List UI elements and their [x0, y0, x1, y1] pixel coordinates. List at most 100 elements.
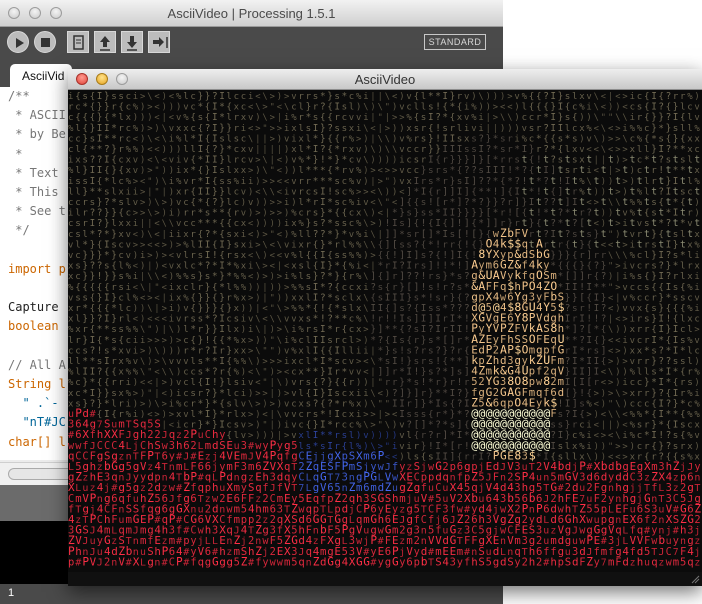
- ascii-glyph: c: [529, 134, 534, 144]
- ascii-glyph: |: [378, 410, 383, 420]
- ascii-glyph: *: [565, 335, 571, 346]
- ascii-glyph: {: [385, 303, 391, 314]
- ascii-glyph: >: [586, 410, 591, 420]
- ascii-glyph: ): [615, 103, 620, 113]
- ascii-glyph: s: [334, 218, 340, 229]
- ascii-glyph: I: [666, 186, 672, 197]
- ascii-glyph: *: [543, 112, 549, 123]
- ascii-glyph: x: [291, 357, 297, 367]
- ascii-glyph: \: [385, 92, 390, 102]
- ascii-glyph: %: [471, 103, 477, 113]
- export-button[interactable]: [148, 31, 170, 53]
- ascii-glyph: t: [522, 186, 528, 197]
- ascii-glyph: x: [687, 442, 693, 452]
- ascii-glyph: I: [457, 324, 463, 335]
- ascii-glyph: \: [248, 399, 253, 409]
- ascii-glyph: s: [234, 250, 240, 261]
- resize-grip-icon[interactable]: [690, 574, 700, 584]
- ascii-glyph: m: [75, 493, 81, 505]
- run-button[interactable]: [7, 31, 29, 53]
- ascii-glyph: s: [687, 377, 693, 388]
- ascii-glyph: {: [680, 197, 686, 208]
- ascii-glyph: i: [169, 304, 174, 314]
- open-button[interactable]: [94, 31, 116, 53]
- ascii-glyph: <: [594, 145, 599, 155]
- ascii-glyph: v: [356, 177, 361, 187]
- ascii-glyph: J: [183, 451, 189, 462]
- ascii-glyph: |: [370, 134, 375, 144]
- ascii-glyph: |: [608, 315, 613, 325]
- ascii-glyph: }: [97, 112, 103, 123]
- ascii-glyph: r: [673, 91, 679, 102]
- ascii-glyph: f: [543, 546, 549, 558]
- ascii-glyph: }: [558, 250, 564, 261]
- ascii-glyph: *: [342, 367, 348, 378]
- ascii-glyph: x: [630, 346, 636, 356]
- ascii-glyph: ]: [464, 356, 470, 367]
- ascii-glyph: ?: [320, 292, 326, 303]
- ascii-glyph: }: [565, 430, 571, 441]
- ascii-glyph: ): [694, 92, 699, 102]
- ascii-glyph: s: [378, 282, 384, 293]
- ascii-glyph: r: [457, 346, 463, 356]
- ascii-glyph: r: [414, 442, 420, 452]
- ascii-glyph: r: [190, 251, 196, 261]
- ascii-glyph: {: [601, 356, 607, 367]
- ascii-glyph: !: [594, 314, 600, 325]
- ascii-glyph: ): [399, 124, 404, 134]
- ascii-glyph: *: [212, 208, 218, 219]
- ascii-glyph: I: [522, 144, 528, 155]
- ascii-glyph: #: [370, 557, 377, 568]
- ide-titlebar[interactable]: AsciiVideo | Processing 1.5.1: [0, 0, 503, 27]
- new-button[interactable]: [67, 31, 89, 53]
- ascii-glyph: !: [327, 186, 333, 197]
- ascii-glyph: g: [205, 555, 211, 568]
- ascii-glyph: q: [68, 449, 74, 462]
- ascii-glyph: ): [392, 134, 397, 144]
- ascii-glyph: *: [212, 229, 218, 240]
- ascii-glyph: \: [270, 315, 275, 325]
- ascii-glyph: r: [442, 240, 448, 250]
- ascii-glyph: I: [212, 345, 218, 356]
- ascii-glyph: L: [126, 441, 132, 452]
- ascii-glyph: {: [586, 261, 592, 272]
- ascii-glyph: q: [349, 492, 355, 505]
- ascii-glyph: [: [586, 324, 592, 335]
- ascii-glyph: s: [500, 144, 506, 155]
- ascii-glyph: c: [118, 177, 123, 187]
- ascii-glyph: \: [154, 399, 159, 409]
- stop-button[interactable]: [34, 31, 56, 53]
- ascii-glyph: w: [651, 536, 658, 547]
- ascii-glyph: ): [162, 103, 167, 113]
- tab-asciivideo[interactable]: AsciiVid: [10, 64, 72, 87]
- ascii-glyph: v: [622, 304, 627, 314]
- ascii-glyph: 6: [543, 503, 549, 515]
- ascii-glyph: r: [435, 186, 441, 197]
- ascii-glyph: I: [205, 409, 211, 420]
- ascii-glyph: I: [205, 377, 211, 388]
- ascii-glyph: ]: [572, 324, 578, 335]
- ascii-glyph: s: [414, 324, 420, 335]
- ascii-glyph: c: [349, 325, 354, 335]
- save-button[interactable]: [121, 31, 143, 53]
- ascii-glyph: {: [414, 91, 420, 102]
- ascii-glyph: ): [147, 357, 152, 367]
- ascii-glyph: !: [464, 314, 470, 325]
- ascii-glyph: *: [198, 398, 204, 409]
- ascii-glyph: s: [673, 292, 679, 303]
- ascii-glyph: v: [291, 421, 296, 431]
- ascii-glyph: <: [162, 156, 167, 166]
- ascii-glyph: l: [306, 357, 311, 367]
- sketch-titlebar[interactable]: AsciiVideo: [68, 69, 702, 90]
- ascii-glyph: y: [514, 556, 520, 568]
- ascii-glyph: !: [435, 282, 441, 293]
- ascii-glyph: J: [500, 462, 506, 473]
- mode-selector[interactable]: STANDARD: [424, 34, 486, 50]
- ascii-glyph: ?: [550, 155, 556, 166]
- ascii-glyph: t: [529, 176, 535, 187]
- ascii-glyph: x: [356, 209, 362, 219]
- ascii-glyph: %: [133, 103, 139, 113]
- ascii-glyph: 6: [190, 493, 196, 505]
- ascii-glyph: s: [680, 292, 686, 303]
- ascii-glyph: %: [68, 325, 74, 335]
